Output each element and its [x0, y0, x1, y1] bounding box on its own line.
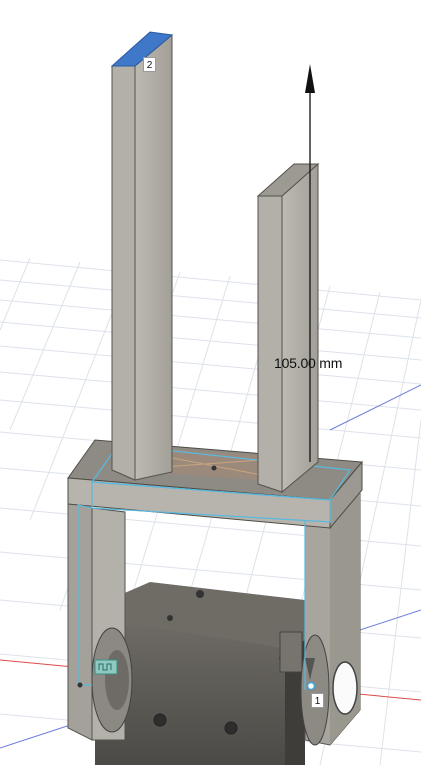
design-canvas-viewport[interactable]: 105.00 mm 2 1	[0, 0, 421, 765]
blue-axis-line-2	[329, 384, 421, 431]
distance-dimension-label[interactable]: 105.00 mm	[274, 355, 342, 371]
joint-origin-icon	[77, 682, 83, 688]
tall-post[interactable]	[110, 31, 174, 481]
selection-marker-1: 1	[311, 693, 324, 708]
short-post[interactable]	[256, 162, 320, 494]
model-scene[interactable]	[0, 0, 421, 765]
selection-marker-2: 2	[143, 57, 156, 72]
